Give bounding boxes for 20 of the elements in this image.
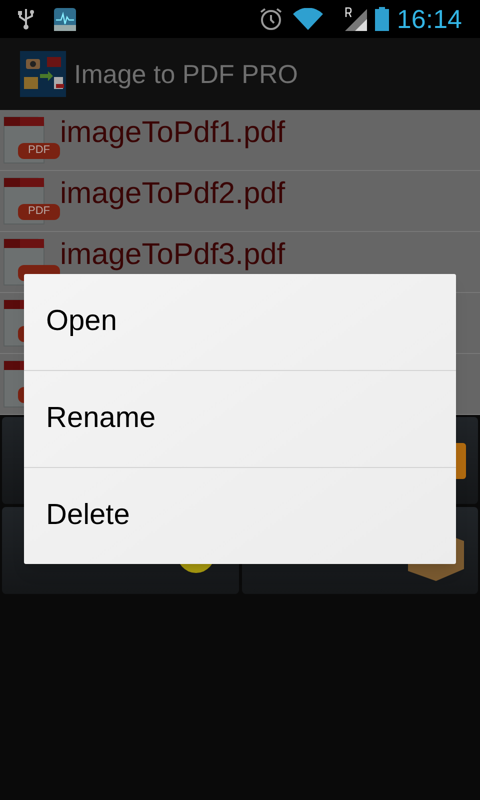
- monitor-icon: [54, 8, 76, 30]
- file-row[interactable]: PDF imageToPdf1.pdf: [0, 110, 480, 171]
- app-icon: [20, 51, 66, 97]
- menu-item[interactable]: Rename: [24, 371, 456, 467]
- usb-icon: [18, 8, 34, 30]
- file-name: imageToPdf2.pdf: [60, 179, 286, 209]
- file-name: imageToPdf1.pdf: [60, 118, 286, 148]
- signal-icon: [344, 7, 367, 31]
- menu-item[interactable]: Delete: [24, 468, 456, 564]
- file-row[interactable]: PDF imageToPdf2.pdf: [0, 171, 480, 232]
- battery-icon: [374, 7, 389, 31]
- alarm-icon: [258, 7, 283, 31]
- pdf-label: PDF: [28, 206, 50, 217]
- pdf-label: PDF: [28, 145, 50, 156]
- app-title: Image to PDF PRO: [74, 61, 298, 87]
- pdf-file-icon: [2, 176, 60, 226]
- wifi-icon: [292, 8, 323, 30]
- file-name: imageToPdf3.pdf: [60, 240, 286, 270]
- clock-time: 16:14: [396, 6, 462, 32]
- pdf-file-icon: [2, 115, 60, 165]
